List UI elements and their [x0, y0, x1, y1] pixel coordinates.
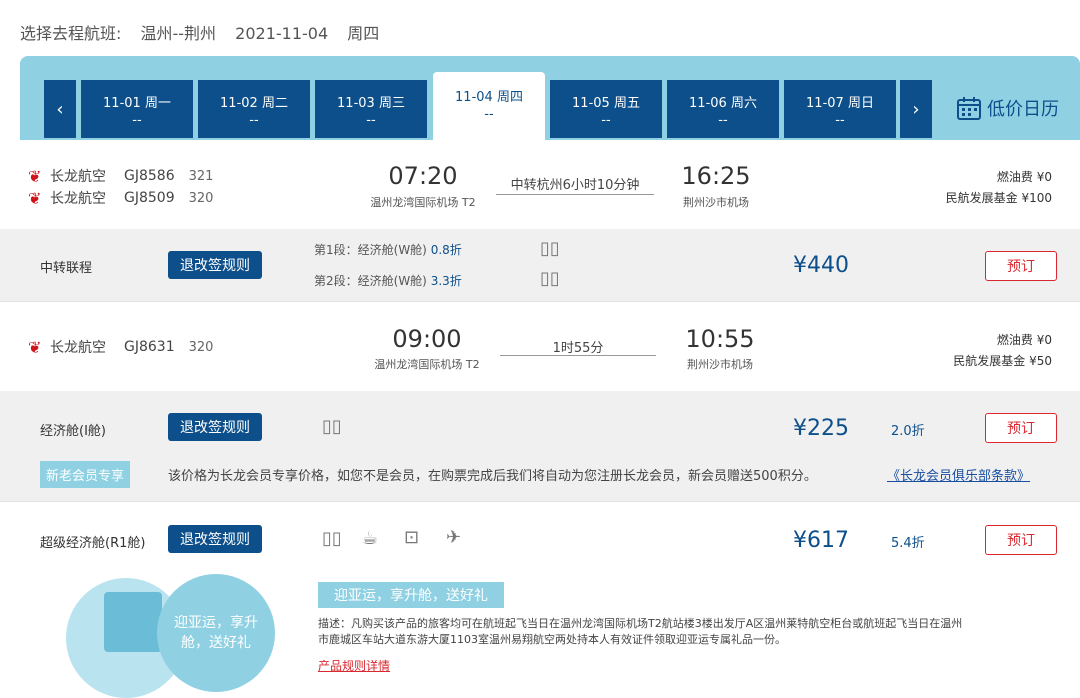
change-rules-button[interactable]: 退改签规则: [168, 251, 262, 279]
luggage-icon: ▯▯: [322, 528, 342, 549]
fare-price: ¥440: [793, 253, 849, 278]
segment-2: 第2段：经济舱(W舱) 3.3折: [314, 274, 462, 288]
date-tab[interactable]: 11-05 周五 --: [550, 80, 662, 138]
fare-discount: 5.4折: [891, 536, 925, 551]
header-date: 2021-11-04: [235, 24, 329, 43]
arrival-time: 10:55: [685, 325, 755, 353]
arrival-airport: 荆州沙市机场: [687, 358, 753, 371]
luggage-icon: ▯▯: [540, 238, 560, 259]
departure-time: 09:00: [392, 325, 462, 353]
product-rules-link[interactable]: 产品规则详情: [318, 657, 390, 674]
member-terms-link[interactable]: 《长龙会员俱乐部条款》: [887, 465, 1030, 484]
fees: 燃油费 ¥0 民航发展基金 ¥50: [953, 333, 1052, 368]
departure-time: 07:20: [388, 162, 458, 190]
flight-leg: ❦ 长龙航空 GJ8586 321: [28, 166, 214, 186]
fees: 燃油费 ¥0 民航发展基金 ¥100: [945, 170, 1052, 205]
fare-name: 经济舱(I舱): [40, 424, 106, 439]
fare-name: 超级经济舱(R1舱): [40, 536, 146, 551]
fare-price: ¥225: [793, 416, 849, 441]
flight-leg: ❦ 长龙航空 GJ8631 320: [28, 337, 214, 357]
airline-logo-icon: ❦: [28, 337, 42, 357]
fare-row: [0, 391, 1080, 501]
date-tab[interactable]: 11-06 周六 --: [667, 80, 779, 138]
arrival-time: 16:25: [681, 162, 751, 190]
header-weekday: 周四: [347, 24, 380, 43]
divider: [0, 501, 1080, 502]
segment-1: 第1段：经济舱(W舱) 0.8折: [314, 243, 462, 257]
transfer-info: 中转杭州6小时10分钟: [510, 178, 640, 193]
chevron-left-icon: ‹: [56, 98, 64, 120]
airline-logo-icon: ❦: [28, 188, 42, 208]
next-date-button[interactable]: ›: [900, 80, 932, 138]
plane-icon: ✈: [446, 527, 462, 548]
book-button[interactable]: 预订: [985, 525, 1057, 555]
header-route: 温州--荆州: [140, 24, 217, 43]
member-tag: 新老会员专享: [40, 461, 131, 488]
divider: [0, 301, 1080, 302]
carry-on-icon: ⊡: [404, 527, 420, 548]
book-button[interactable]: 预订: [985, 413, 1057, 443]
chevron-right-icon: ›: [912, 98, 920, 120]
departure-airport: 温州龙湾国际机场 T2: [370, 196, 476, 209]
meal-icon: ☕: [362, 528, 379, 549]
gift-box-image: [104, 592, 162, 652]
duration-info: 1时55分: [552, 341, 604, 356]
low-price-calendar-label: 低价日历: [987, 99, 1059, 120]
change-rules-button[interactable]: 退改签规则: [168, 413, 262, 441]
date-tab[interactable]: 11-02 周二 --: [198, 80, 310, 138]
promo-badge: 迎亚运，享升舱，送好礼: [157, 574, 275, 692]
book-button[interactable]: 预订: [985, 251, 1057, 281]
arrival-airport: 荆州沙市机场: [683, 196, 749, 209]
product-description: 描述：凡购买该产品的旅客均可在航班起飞当日在温州龙湾国际机场T2航站楼3楼出发厅…: [318, 617, 963, 646]
flight-leg: ❦ 长龙航空 GJ8509 320: [28, 188, 214, 208]
fare-name: 中转联程: [40, 261, 93, 276]
date-tab[interactable]: 11-07 周日 --: [784, 80, 896, 138]
date-tab-active[interactable]: 11-04 周四 --: [433, 72, 545, 140]
promo-banner: 迎亚运，享升舱，送好礼: [318, 582, 504, 608]
member-notice: 该价格为长龙会员专享价格，如您不是会员，在购票完成后我们将自动为您注册长龙会员，…: [168, 469, 817, 484]
departure-airport: 温州龙湾国际机场 T2: [374, 358, 480, 371]
route-line: [496, 194, 654, 195]
low-price-calendar-button[interactable]: 低价日历: [955, 94, 1059, 122]
airline-logo-icon: ❦: [28, 166, 42, 186]
page-title: 选择去程航班: 温州--荆州 2021-11-04 周四: [20, 20, 393, 44]
luggage-icon: ▯▯: [540, 268, 560, 289]
calendar-icon: [957, 97, 981, 120]
fare-price: ¥617: [793, 528, 849, 553]
route-line: [500, 355, 656, 356]
luggage-icon: ▯▯: [322, 416, 342, 437]
prev-date-button[interactable]: ‹: [44, 80, 76, 138]
header-label: 选择去程航班:: [20, 24, 122, 43]
fare-discount: 2.0折: [891, 424, 925, 439]
date-tab[interactable]: 11-03 周三 --: [315, 80, 427, 138]
change-rules-button[interactable]: 退改签规则: [168, 525, 262, 553]
date-tab[interactable]: 11-01 周一 --: [81, 80, 193, 138]
